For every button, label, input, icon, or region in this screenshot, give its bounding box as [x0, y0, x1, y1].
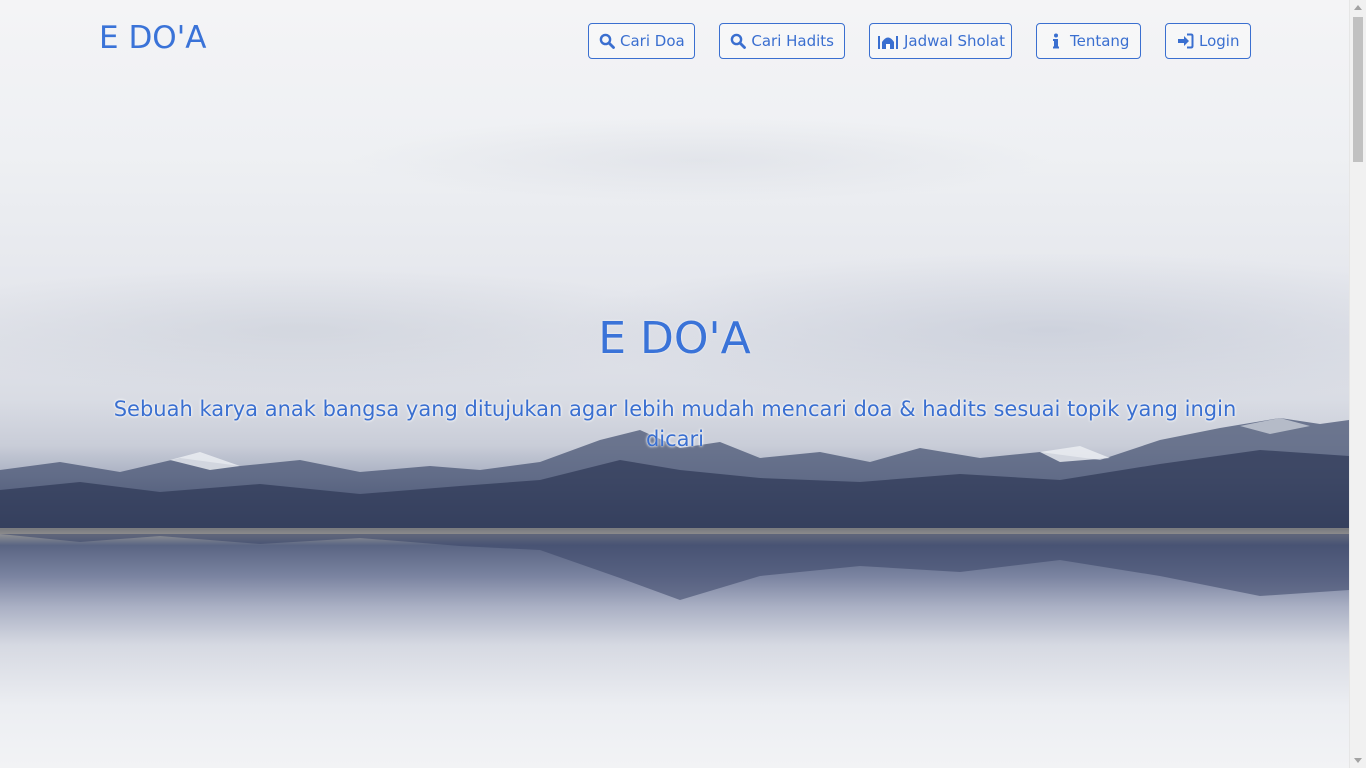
- hero-title: E DO'A: [598, 313, 751, 364]
- cari-doa-button[interactable]: Cari Doa: [588, 23, 695, 59]
- sign-in-icon: [1176, 32, 1194, 50]
- top-navbar: E DO'A Cari Doa Cari Hadits Jadwal Shola…: [0, 0, 1349, 82]
- login-button[interactable]: Login: [1165, 23, 1251, 59]
- cari-hadits-button[interactable]: Cari Hadits: [719, 23, 845, 59]
- search-icon: [599, 32, 615, 50]
- tentang-button[interactable]: Tentang: [1036, 23, 1141, 59]
- scroll-thumb[interactable]: [1353, 17, 1363, 162]
- mosque-icon: [877, 32, 899, 50]
- scroll-down-icon[interactable]: [1354, 758, 1362, 763]
- brand-logo[interactable]: E DO'A: [99, 20, 206, 56]
- page: E DO'A Cari Doa Cari Hadits Jadwal Shola…: [0, 0, 1366, 768]
- tentang-label: Tentang: [1070, 32, 1130, 50]
- cari-hadits-label: Cari Hadits: [751, 32, 834, 50]
- cari-doa-label: Cari Doa: [620, 32, 685, 50]
- scroll-up-icon[interactable]: [1354, 5, 1362, 10]
- vertical-scrollbar[interactable]: [1349, 0, 1366, 768]
- login-label: Login: [1199, 32, 1240, 50]
- jadwal-sholat-button[interactable]: Jadwal Sholat: [869, 23, 1012, 59]
- background-landscape: [0, 0, 1349, 768]
- hero-subtitle: Sebuah karya anak bangsa yang ditujukan …: [113, 397, 1237, 451]
- search-icon: [730, 32, 747, 50]
- jadwal-sholat-label: Jadwal Sholat: [904, 32, 1005, 50]
- info-icon: [1051, 32, 1061, 50]
